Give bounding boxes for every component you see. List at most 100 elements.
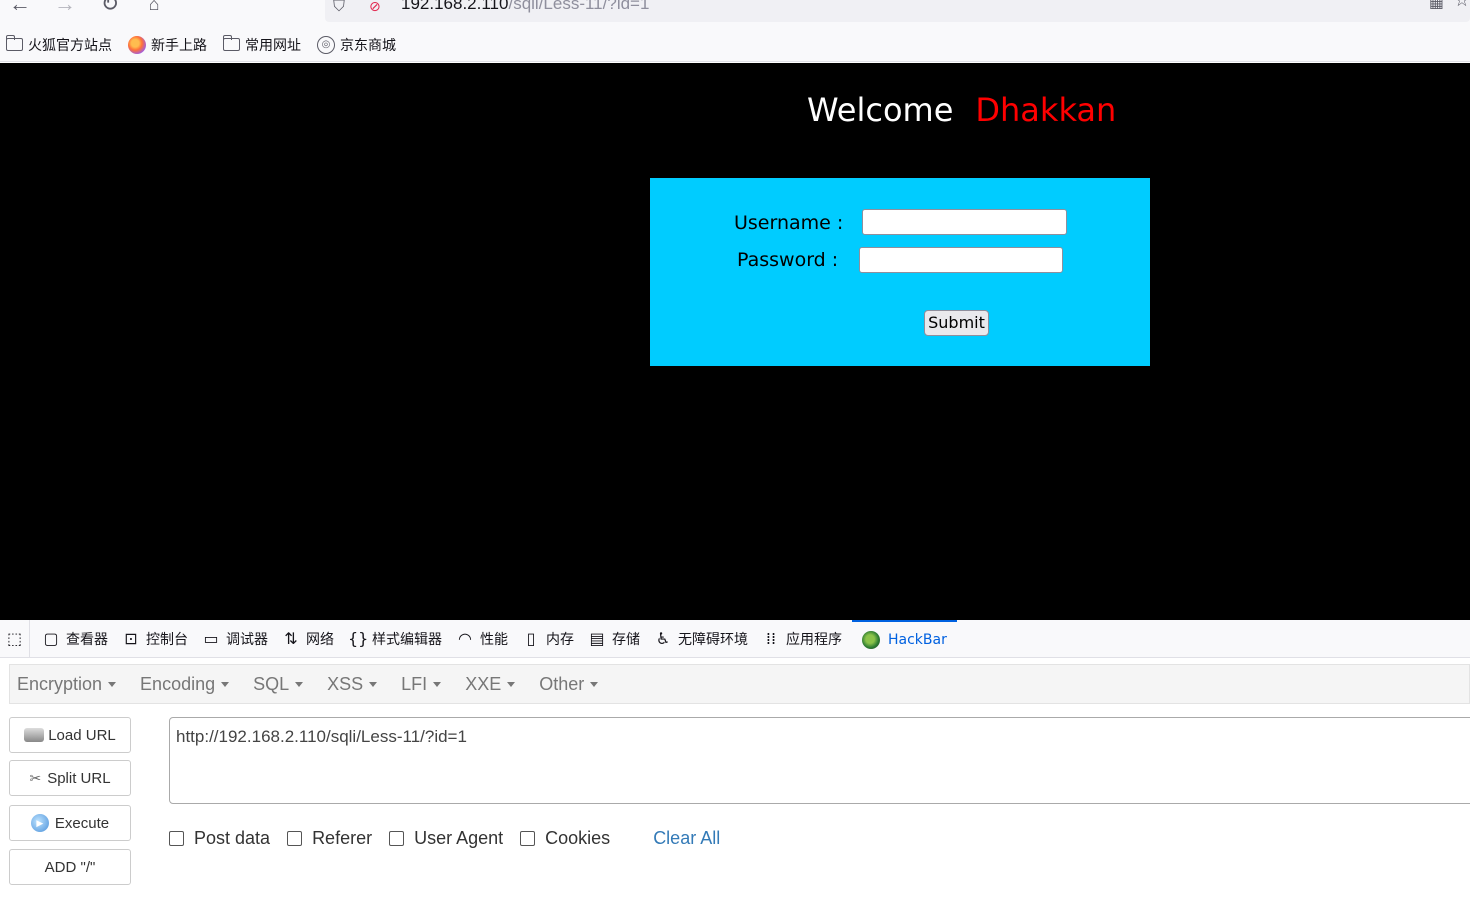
gauge-icon: ◠ xyxy=(458,629,472,648)
caret-down-icon xyxy=(108,682,117,688)
url-path: /sqli/Less-11/?id=1 xyxy=(508,0,650,13)
console-icon: ⊡ xyxy=(124,629,138,648)
menu-xss[interactable]: XSS xyxy=(320,674,384,695)
menu-sql[interactable]: SQL xyxy=(246,674,310,695)
caret-down-icon xyxy=(369,682,378,688)
bookmark-item[interactable]: 新手上路 xyxy=(128,35,207,55)
tab-label: 存储 xyxy=(612,631,640,648)
tab-hackbar[interactable]: HackBar xyxy=(852,619,957,658)
tab-console[interactable]: ⊡ 控制台 xyxy=(118,620,198,658)
tab-memory[interactable]: ▯ 内存 xyxy=(518,620,584,658)
page-viewport: Welcome Dhakkan Username : Password : Sub… xyxy=(0,63,1470,620)
forward-icon[interactable]: → xyxy=(51,0,79,16)
tab-network[interactable]: ⇅ 网络 xyxy=(278,620,344,658)
bookmark-item[interactable]: ◎ 京东商城 xyxy=(317,35,396,55)
tab-inspector[interactable]: ▢ 查看器 xyxy=(38,620,118,658)
inspector-icon: ▢ xyxy=(43,629,59,648)
back-icon[interactable]: ← xyxy=(6,0,34,16)
shield-icon[interactable]: ⛉ xyxy=(333,0,355,20)
tab-performance[interactable]: ◠ 性能 xyxy=(452,620,518,658)
bookmark-label: 京东商城 xyxy=(340,37,396,54)
welcome-heading: Welcome Dhakkan xyxy=(807,91,1116,129)
tab-storage[interactable]: ▤ 存储 xyxy=(584,620,650,658)
reload-icon[interactable]: ↻ xyxy=(96,0,124,16)
memory-chip-icon: ▯ xyxy=(526,629,536,648)
execute-button[interactable]: ▶ Execute xyxy=(9,805,131,841)
url-text[interactable]: 192.168.2.110/sqli/Less-11/?id=1 xyxy=(401,0,649,16)
menu-other[interactable]: Other xyxy=(532,674,605,695)
bookmark-star-icon[interactable]: ☆ xyxy=(1454,0,1470,11)
menu-xxe[interactable]: XXE xyxy=(458,674,522,695)
tab-label: 性能 xyxy=(480,631,508,648)
tab-label: 查看器 xyxy=(66,631,108,648)
bookmark-item[interactable]: 火狐官方站点 xyxy=(6,35,112,55)
home-icon[interactable]: ⌂ xyxy=(140,0,168,16)
add-slash-button[interactable]: ADD "/" xyxy=(9,849,131,885)
menu-label: XXE xyxy=(465,673,502,694)
load-url-icon xyxy=(24,728,45,742)
browser-toolbar: ← → ↻ ⌂ ⛉ ⊘ 192.168.2.110/sqli/Less-11/?… xyxy=(0,0,1470,28)
grid-icon: ⁞⁞ xyxy=(765,629,777,648)
hackbar-url-textarea[interactable]: http://192.168.2.110/sqli/Less-11/?id=1 xyxy=(169,717,1470,804)
bookmark-item[interactable]: 常用网址 xyxy=(223,35,301,55)
user-agent-checkbox[interactable]: User Agent xyxy=(389,828,503,849)
url-host: 192.168.2.110 xyxy=(401,0,509,13)
bookmark-label: 火狐官方站点 xyxy=(28,37,112,54)
tab-accessibility[interactable]: ♿ 无障碍环境 xyxy=(650,620,758,658)
debugger-icon: ▭ xyxy=(203,629,219,648)
tab-label: 调试器 xyxy=(226,631,268,648)
folder-icon xyxy=(223,35,240,51)
load-url-button[interactable]: Load URL xyxy=(9,717,131,753)
checkbox-box[interactable] xyxy=(520,830,536,846)
qr-code-icon[interactable]: ▦ xyxy=(1429,0,1444,12)
checkbox-label: Post data xyxy=(194,827,271,848)
element-picker-icon[interactable]: ⬚ xyxy=(0,619,30,658)
login-form: Username : Password : Submit xyxy=(650,178,1150,366)
devtools-tabbar: ⬚ ▢ 查看器 ⊡ 控制台 ▭ 调试器 ⇅ 网络 {} 样式编辑器 ◠ 性能 ▯ 内存 ▤ 存储… xyxy=(0,619,1470,658)
hackbar-options: Post data Referer User Agent Cookies Cle… xyxy=(169,826,720,850)
menu-label: XSS xyxy=(327,673,364,694)
tab-label: HackBar xyxy=(888,631,947,648)
menu-encryption[interactable]: Encryption xyxy=(10,674,123,695)
cookies-checkbox[interactable]: Cookies xyxy=(520,828,610,849)
insecure-lock-icon[interactable]: ⊘ xyxy=(369,0,391,20)
caret-down-icon xyxy=(507,682,516,688)
hackbar-icon xyxy=(862,630,880,649)
clear-all-link[interactable]: Clear All xyxy=(653,828,720,849)
menu-label: Encoding xyxy=(140,673,216,694)
checkbox-box[interactable] xyxy=(169,830,184,846)
tab-label: 控制台 xyxy=(146,631,188,648)
tab-label: 样式编辑器 xyxy=(372,631,442,648)
checkbox-label: User Agent xyxy=(414,827,504,848)
username-input[interactable] xyxy=(862,209,1067,235)
checkbox-box[interactable] xyxy=(389,830,405,846)
button-label: Execute xyxy=(54,814,110,832)
tab-debugger[interactable]: ▭ 调试器 xyxy=(198,620,278,658)
caret-down-icon xyxy=(295,682,304,688)
tab-label: 应用程序 xyxy=(786,631,842,648)
menu-encoding[interactable]: Encoding xyxy=(133,674,236,695)
checkbox-box[interactable] xyxy=(287,830,303,846)
hackbar-menu: Encryption Encoding SQL XSS LFI XXE Othe… xyxy=(9,664,1470,704)
welcome-text: Welcome xyxy=(807,91,954,129)
submit-button[interactable]: Submit xyxy=(924,310,989,336)
caret-down-icon xyxy=(433,682,442,688)
post-data-checkbox[interactable]: Post data xyxy=(169,828,270,849)
password-input[interactable] xyxy=(859,247,1063,273)
split-url-button[interactable]: ✂ Split URL xyxy=(9,760,131,796)
braces-icon: {} xyxy=(348,629,369,648)
accessibility-icon: ♿ xyxy=(655,629,671,648)
menu-label: SQL xyxy=(253,673,290,694)
tab-style-editor[interactable]: {} 样式编辑器 xyxy=(344,620,452,658)
referer-checkbox[interactable]: Referer xyxy=(287,828,372,849)
address-bar[interactable]: ⛉ ⊘ 192.168.2.110/sqli/Less-11/?id=1 ▦ ☆ xyxy=(325,0,1470,22)
bookmark-label: 新手上路 xyxy=(151,37,207,54)
tab-application[interactable]: ⁞⁞ 应用程序 xyxy=(758,620,852,658)
firefox-icon xyxy=(128,35,146,54)
menu-lfi[interactable]: LFI xyxy=(394,674,448,695)
button-label: Split URL xyxy=(47,769,111,787)
network-icon: ⇅ xyxy=(284,629,298,648)
storage-icon: ▤ xyxy=(589,629,605,648)
bookmarks-bar: 火狐官方站点 新手上路 常用网址 ◎ 京东商城 xyxy=(0,28,1470,62)
tab-label: 内存 xyxy=(546,631,574,648)
